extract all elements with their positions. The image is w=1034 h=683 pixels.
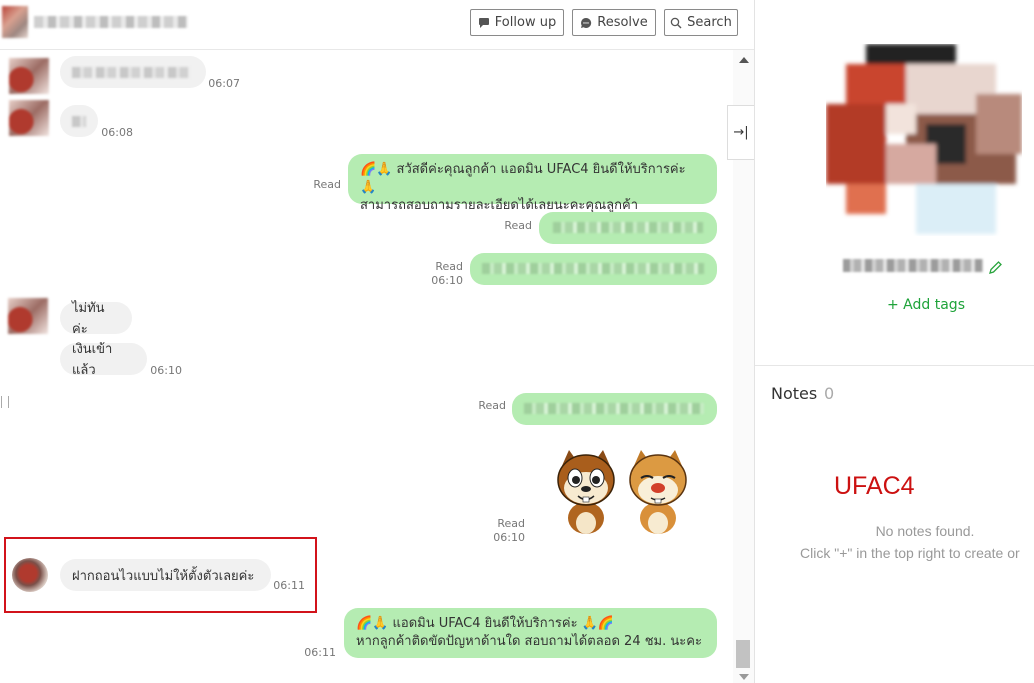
divider: [755, 365, 1034, 366]
read-status: Read: [435, 260, 463, 273]
message-bubble-redacted: [60, 105, 98, 137]
scroll-up-arrow-icon[interactable]: [739, 57, 749, 63]
message-bubble-redacted: [60, 56, 206, 88]
read-status: Read: [504, 219, 532, 232]
resolve-label: Resolve: [597, 15, 648, 30]
notes-count: 0: [824, 384, 835, 403]
sender-avatar: [8, 298, 48, 334]
message-text: ไม่ทันค่ะ: [72, 301, 105, 337]
message-time: 06:07: [208, 77, 240, 90]
read-status: Read: [313, 178, 341, 191]
chipmunk-sticker[interactable]: [553, 448, 693, 536]
follow-up-button[interactable]: Follow up: [470, 9, 564, 36]
add-tags-button[interactable]: + Add tags: [887, 297, 965, 313]
message-text: หากลูกค้าติดขัดปัญหาด้านใด สอบถามได้ตลอด…: [356, 634, 702, 649]
resize-handle[interactable]: [1, 396, 9, 408]
message-time: 06:11: [273, 579, 305, 592]
message-time: 06:11: [304, 646, 336, 659]
message-bubble: เงินเข้าแล้ว: [60, 342, 147, 378]
profile-picture: [826, 44, 1022, 234]
contact-avatar[interactable]: [2, 6, 28, 38]
message-bubble: ฝากถอนไวแบบไม่ให้ตั้งตัวเลยค่ะ: [60, 559, 271, 591]
message-text: เงินเข้าแล้ว: [72, 342, 113, 378]
scroll-thumb[interactable]: [736, 640, 750, 668]
empty-notes-hint: Click "+" in the top right to create or: [800, 545, 1020, 561]
edit-name-pencil-icon[interactable]: [988, 260, 1003, 275]
chat-header: Follow up Resolve Search: [0, 0, 754, 50]
read-status: Read: [497, 517, 525, 530]
follow-up-icon: [478, 17, 489, 28]
message-time: 06:08: [101, 126, 133, 139]
search-icon: [670, 17, 682, 28]
sender-avatar: [9, 58, 49, 94]
message-bubble: ไม่ทันค่ะ: [60, 301, 132, 337]
brand-overlay-text: UFAC4: [834, 472, 915, 500]
chat-panel: Follow up Resolve Search 06:07 06:08 Rea…: [0, 0, 755, 683]
admin-message-bubble: 🌈🙏 สวัสดีค่ะคุณลูกค้า แอดมิน UFAC4 ยินดี…: [348, 154, 717, 213]
search-label: Search: [687, 15, 732, 30]
admin-message-bubble-redacted: [470, 253, 717, 285]
collapse-arrow-icon: →|: [733, 125, 749, 140]
message-text: ฝากถอนไวแบบไม่ให้ตั้งตัวเลยค่ะ: [72, 568, 255, 584]
contact-name-redacted: [34, 16, 188, 28]
message-text: 🌈🙏 แอดมิน UFAC4 ยินดีให้บริการค่ะ 🙏🌈: [356, 616, 615, 631]
message-text: 🌈🙏 สวัสดีค่ะคุณลูกค้า แอดมิน UFAC4 ยินดี…: [360, 162, 686, 195]
collapse-panel-button[interactable]: →|: [727, 105, 754, 160]
admin-message-bubble: 🌈🙏 แอดมิน UFAC4 ยินดีให้บริการค่ะ 🙏🌈 หาก…: [344, 608, 717, 658]
admin-message-bubble-redacted: [539, 212, 717, 244]
scroll-down-arrow-icon[interactable]: [739, 674, 749, 680]
follow-up-label: Follow up: [494, 15, 557, 30]
message-time: 06:10: [431, 274, 463, 287]
resolve-button[interactable]: Resolve: [572, 9, 656, 36]
resolve-icon: [581, 17, 592, 28]
read-status: Read: [478, 399, 506, 412]
sender-avatar: [9, 100, 49, 136]
search-button[interactable]: Search: [664, 9, 738, 36]
empty-notes-message: No notes found.: [875, 523, 975, 539]
message-time: 06:10: [493, 531, 525, 544]
message-time: 06:10: [150, 364, 182, 377]
admin-message-bubble-redacted: [512, 393, 717, 425]
notes-heading: Notes: [771, 384, 818, 403]
sender-avatar: [12, 558, 48, 592]
contact-display-name-redacted: [843, 259, 983, 272]
